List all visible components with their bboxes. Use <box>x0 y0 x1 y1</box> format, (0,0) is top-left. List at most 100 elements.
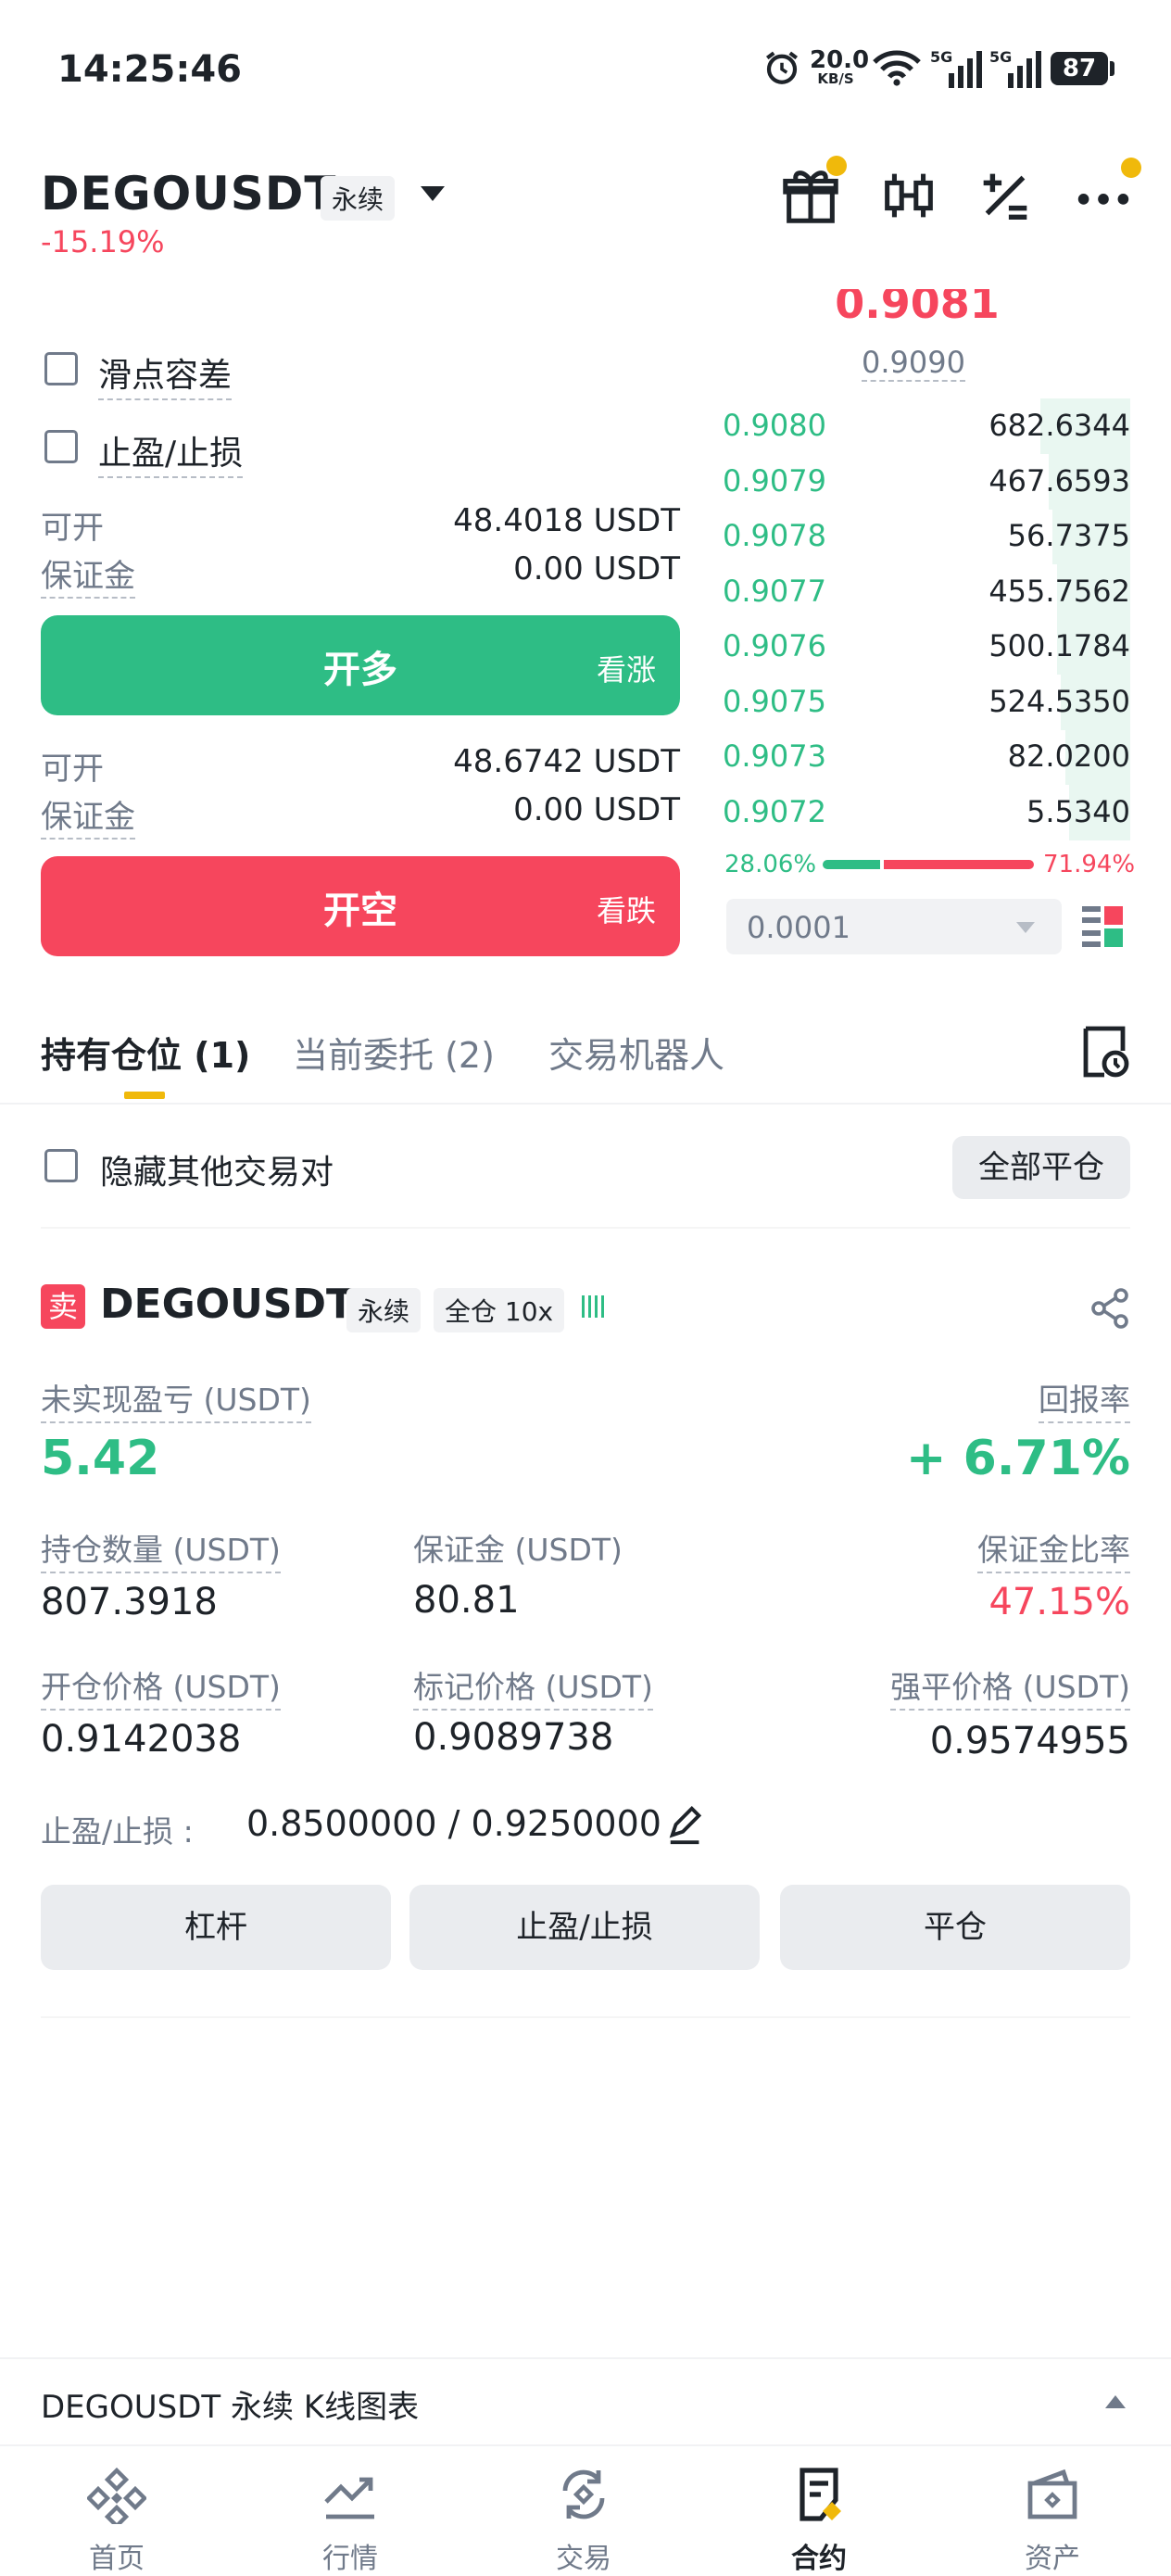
contract-type-tag: 永续 <box>321 176 396 221</box>
short-available-value: 48.6742 USDT <box>453 743 680 780</box>
tp-sl-button[interactable]: 止盈/止损 <box>409 1885 760 1970</box>
position-symbol[interactable]: DEGOUSDT <box>100 1281 354 1328</box>
unrealized-pnl-label[interactable]: 未实现盈亏 (USDT) <box>41 1375 311 1423</box>
filter-divider <box>41 1227 1130 1229</box>
order-book-row[interactable]: 0.9075 524.5350 <box>723 674 1130 730</box>
adl-indicator-icon <box>580 1292 610 1325</box>
position-size-value: 807.3918 <box>41 1581 218 1623</box>
bid-price: 0.9075 <box>723 683 826 719</box>
mark-price-value: 0.9089738 <box>413 1716 614 1759</box>
bid-price: 0.9080 <box>723 408 826 443</box>
tab-positions[interactable]: 持有仓位 (1) <box>41 1027 250 1078</box>
order-book-row[interactable]: 0.9072 5.5340 <box>723 784 1130 840</box>
long-available-label: 可开 <box>41 510 104 547</box>
entry-price-label[interactable]: 开仓价格 (USDT) <box>41 1662 281 1711</box>
close-all-button[interactable]: 全部平仓 <box>952 1136 1130 1199</box>
nav-assets[interactable]: 资产 <box>969 2465 1136 2576</box>
mark-price-label[interactable]: 标记价格 (USDT) <box>413 1662 653 1711</box>
precision-select[interactable]: 0.0001 <box>726 899 1062 954</box>
book-layout-icon[interactable] <box>1080 904 1125 951</box>
position-type-tag: 永续 <box>346 1288 422 1332</box>
liq-price-value: 0.9574955 <box>929 1720 1130 1762</box>
nav-markets[interactable]: 行情 <box>267 2465 434 2576</box>
short-margin-value: 0.00 USDT <box>513 791 680 828</box>
margin-mode-tag[interactable]: 全仓 10x <box>434 1288 565 1332</box>
bid-quantity: 682.6344 <box>988 408 1130 443</box>
markets-icon <box>324 2477 374 2519</box>
tab-trading-bots[interactable]: 交易机器人 <box>548 1027 724 1078</box>
nav-home[interactable]: 首页 <box>33 2465 200 2576</box>
share-icon[interactable] <box>1089 1288 1130 1332</box>
hide-others-label[interactable]: 隐藏其他交易对 <box>100 1145 334 1193</box>
long-margin-label: 保证金 <box>41 558 135 599</box>
signal-icon-1: 5G <box>930 46 986 89</box>
net-speed: 20.0 KB/S <box>810 46 870 87</box>
tabs-divider <box>0 1103 1171 1105</box>
side-badge: 卖 <box>41 1284 85 1329</box>
margin-ratio-label[interactable]: 保证金比率 <box>977 1525 1130 1573</box>
tp-sl-position-label: 止盈/止损 : <box>41 1813 194 1850</box>
order-book-row[interactable]: 0.9079 467.6593 <box>723 453 1130 510</box>
margin-ratio-value: 47.15% <box>988 1581 1130 1623</box>
roe-label[interactable]: 回报率 <box>1039 1375 1130 1423</box>
bid-price: 0.9077 <box>723 573 826 609</box>
slippage-checkbox[interactable] <box>44 352 78 385</box>
status-time: 14:25:46 <box>57 48 242 91</box>
candlestick-chart-icon[interactable] <box>876 163 941 228</box>
wallet-icon <box>1027 2469 1077 2519</box>
last-price: 0.9081 <box>835 278 1000 328</box>
chevron-down-icon <box>1016 922 1035 933</box>
long-margin-value: 0.00 USDT <box>513 550 680 587</box>
order-book-row[interactable]: 0.9077 455.7562 <box>723 563 1130 620</box>
position-size-label[interactable]: 持仓数量 (USDT) <box>41 1525 281 1573</box>
gift-icon[interactable] <box>778 156 847 228</box>
order-book-row[interactable]: 0.9080 682.6344 <box>723 398 1130 454</box>
tp-sl-checkbox[interactable] <box>44 430 78 463</box>
buy-ratio: 28.06% <box>724 851 817 878</box>
mark-price[interactable]: 0.9090 <box>862 345 965 382</box>
kline-chart-bar[interactable]: DEGOUSDT 永续 K线图表 <box>0 2357 1171 2446</box>
futures-icon <box>800 2468 841 2521</box>
leverage-button[interactable]: 杠杆 <box>41 1885 391 1970</box>
tab-open-orders[interactable]: 当前委托 (2) <box>293 1027 495 1078</box>
calculator-icon[interactable] <box>973 163 1038 228</box>
unrealized-pnl-value: 5.42 <box>41 1431 160 1486</box>
bid-quantity: 82.0200 <box>1007 739 1130 774</box>
home-icon <box>85 2467 148 2530</box>
tp-sl-label[interactable]: 止盈/止损 <box>98 426 244 478</box>
tp-sl-position-value: 0.8500000 / 0.9250000 <box>246 1803 661 1844</box>
open-short-button[interactable]: 开空 看跌 <box>41 856 680 956</box>
signal-icon-2: 5G <box>989 46 1045 89</box>
margin-label: 保证金 (USDT) <box>413 1532 623 1568</box>
hide-others-checkbox[interactable] <box>44 1149 78 1182</box>
bid-price: 0.9079 <box>723 462 826 499</box>
order-history-icon[interactable] <box>1078 1025 1130 1082</box>
short-available-label: 可开 <box>41 751 104 788</box>
slippage-label[interactable]: 滑点容差 <box>98 348 233 400</box>
battery-tip <box>1110 61 1114 76</box>
nav-futures[interactable]: 合约 <box>736 2465 902 2576</box>
chevron-up-icon <box>1105 2395 1126 2408</box>
open-long-button[interactable]: 开多 看涨 <box>41 615 680 715</box>
battery-indicator: 87 <box>1051 52 1108 85</box>
bid-price: 0.9078 <box>723 518 826 553</box>
short-margin-row: 保证金 0.00 USDT <box>41 791 680 840</box>
symbol-dropdown-icon[interactable] <box>419 183 447 208</box>
short-margin-label: 保证金 <box>41 799 135 840</box>
edit-icon[interactable] <box>665 1803 708 1850</box>
symbol-title[interactable]: DEGOUSDT <box>41 167 336 221</box>
nav-trade[interactable]: 交易 <box>500 2465 667 2576</box>
liq-price-label[interactable]: 强平价格 (USDT) <box>890 1662 1130 1711</box>
bid-quantity: 500.1784 <box>988 628 1130 663</box>
alarm-icon <box>760 46 804 89</box>
status-bar: 14:25:46 20.0 KB/S 5G 5G 87 <box>0 0 1171 139</box>
order-book-row[interactable]: 0.9076 500.1784 <box>723 619 1130 675</box>
close-position-button[interactable]: 平仓 <box>780 1885 1130 1970</box>
order-book-row[interactable]: 0.9073 82.0200 <box>723 729 1130 785</box>
bid-price: 0.9073 <box>723 739 826 774</box>
more-icon[interactable] <box>1071 158 1141 228</box>
bid-quantity: 455.7562 <box>988 573 1130 609</box>
bid-price: 0.9072 <box>723 793 826 829</box>
wifi-icon <box>871 46 923 89</box>
order-book-row[interactable]: 0.9078 56.7375 <box>723 509 1130 564</box>
